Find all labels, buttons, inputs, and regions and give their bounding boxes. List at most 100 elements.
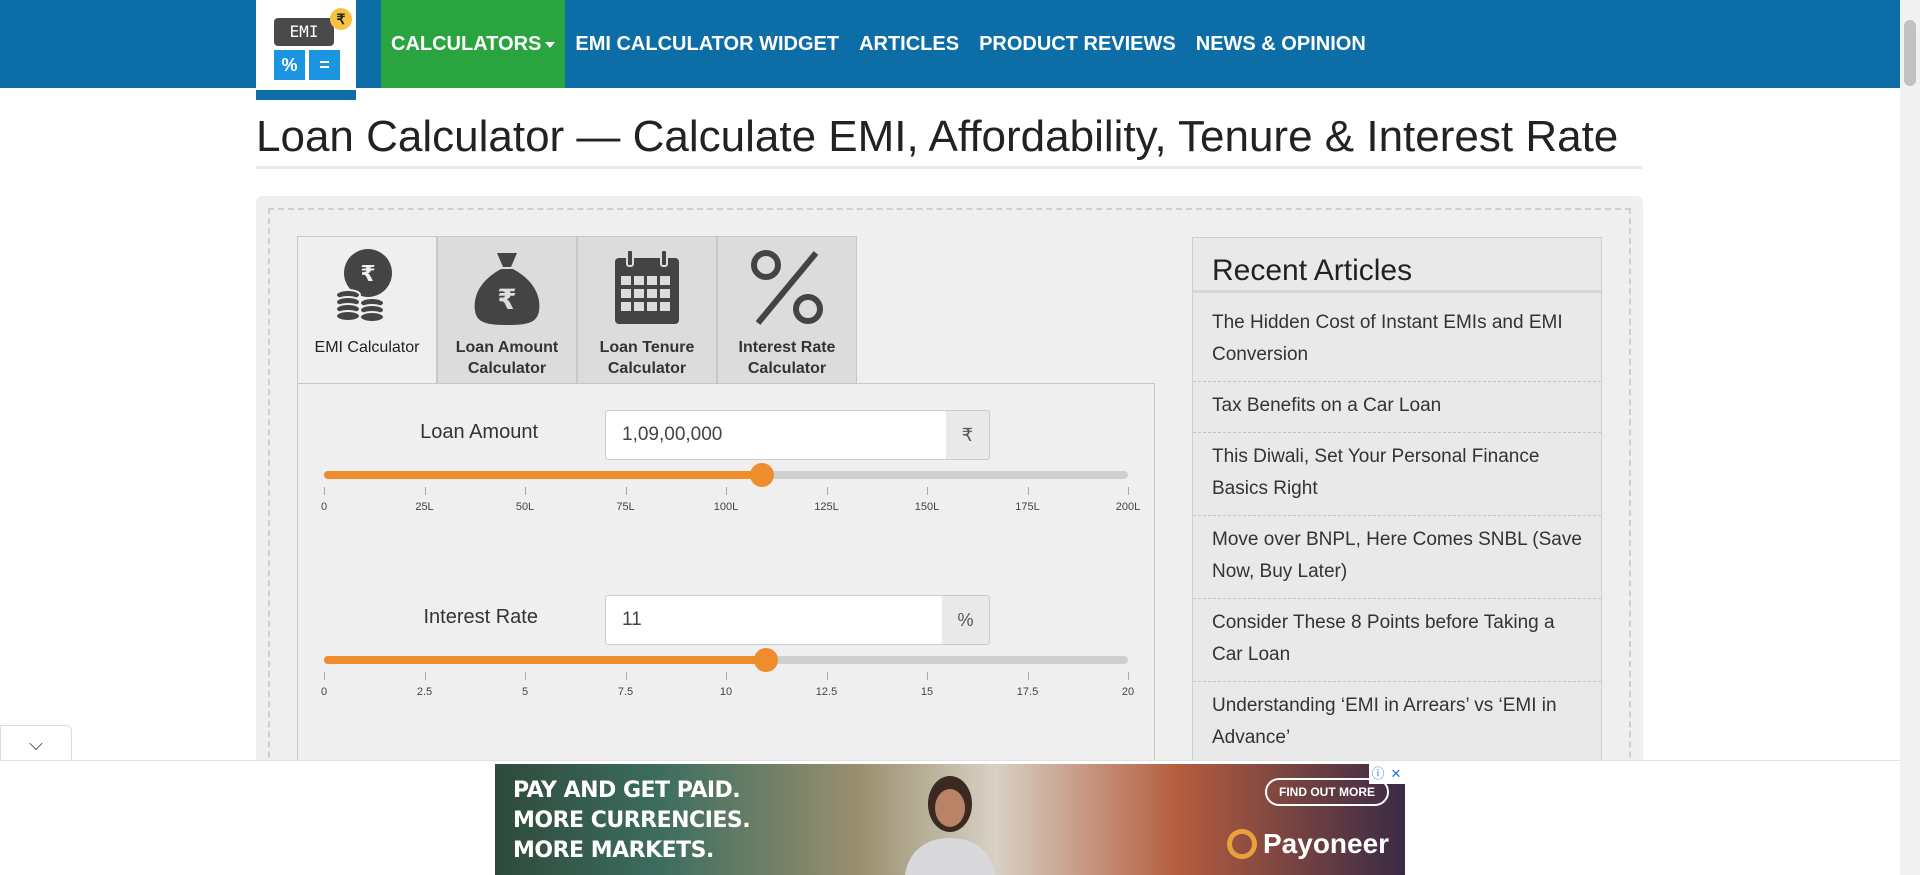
scale-tick — [726, 487, 727, 495]
money-bag-icon: ₹ — [467, 247, 547, 327]
tab-emi-calculator-label: EMI Calculator — [314, 339, 420, 356]
loan-amount-label: Loan Amount — [420, 421, 538, 443]
ad-line-3: MORE MARKETS. — [513, 838, 714, 863]
chevron-down-icon: ⌵ — [29, 734, 43, 754]
nav-calculators[interactable]: CALCULATORS — [381, 0, 566, 88]
collapse-ad-button[interactable]: ⌵ — [0, 725, 72, 761]
page-scrollbar[interactable] — [1900, 0, 1920, 875]
site-logo[interactable]: EMI ₹ % = — [256, 0, 356, 100]
recent-articles-sidebar: Recent Articles The Hidden Cost of Insta… — [1192, 237, 1602, 797]
scale-tick — [1027, 487, 1029, 495]
ad-info-icon[interactable]: ⓘ — [1369, 764, 1387, 784]
scale-tick-label: 15 — [920, 686, 934, 698]
emi-calculator-form: Loan Amount 1,09,00,000 ₹ 0 25L 50L 75L 100L… — [297, 383, 1155, 823]
calculator-tabs: ₹ EMI Calculator ₹ Loan Amount Calculato… — [297, 236, 857, 384]
scale-tick — [826, 487, 828, 495]
scale-tick — [324, 487, 325, 495]
logo-equals-key: = — [309, 50, 340, 80]
scale-tick-label: 5 — [521, 686, 529, 698]
svg-text:₹: ₹ — [360, 262, 375, 287]
scale-tick — [424, 672, 426, 680]
tab-interest-rate-calculator[interactable]: Interest Rate Calculator — [717, 236, 857, 384]
interest-rate-input[interactable]: 11 — [605, 595, 943, 645]
scale-tick — [424, 487, 426, 495]
scale-tick — [1027, 672, 1029, 680]
ad-line-2: MORE CURRENCIES. — [513, 808, 751, 833]
scale-tick-label: 125L — [814, 501, 839, 513]
scale-tick-label: 12.5 — [815, 686, 838, 698]
top-navigation-bar: EMI ₹ % = CALCULATORS EMI CALCULATOR WID… — [0, 0, 1900, 100]
calendar-icon — [607, 247, 687, 327]
svg-text:₹: ₹ — [497, 283, 516, 316]
scale-tick — [525, 672, 526, 680]
payoneer-ring-icon — [1227, 829, 1257, 859]
scale-tick — [1128, 487, 1129, 495]
scale-tick-label: 0 — [320, 686, 328, 698]
ad-controls: ⓘ ✕ — [1369, 764, 1405, 784]
article-link[interactable]: Tax Benefits on a Car Loan — [1193, 382, 1601, 433]
scale-tick-label: 75L — [616, 501, 635, 513]
scale-tick-label: 150L — [914, 501, 940, 513]
scale-tick — [625, 487, 627, 495]
payoneer-ad-banner[interactable]: PAY AND GET PAID. MORE CURRENCIES. MORE … — [495, 764, 1405, 875]
scale-tick-label: 50L — [515, 501, 535, 513]
scale-tick — [927, 672, 928, 680]
scale-tick — [625, 672, 627, 680]
tab-loan-tenure-calculator[interactable]: Loan Tenure Calculator — [577, 236, 717, 384]
nav-articles[interactable]: ARTICLES — [849, 0, 969, 88]
loan-amount-slider[interactable] — [324, 463, 1128, 487]
article-link[interactable]: This Diwali, Set Your Personal Finance B… — [1193, 433, 1601, 516]
scale-tick-label: 7.5 — [617, 686, 634, 698]
interest-rate-scale: 0 2.5 5 7.5 10 12.5 15 17.5 20 — [320, 672, 1134, 702]
scale-tick — [324, 672, 325, 680]
scale-tick-label: 200L — [1115, 501, 1141, 513]
interest-rate-slider-fill — [324, 656, 767, 664]
scale-tick-label: 10 — [719, 686, 733, 698]
scale-tick-label: 2.5 — [416, 686, 433, 698]
scrollbar-thumb[interactable] — [1904, 20, 1916, 86]
article-link[interactable]: Move over BNPL, Here Comes SNBL (Save No… — [1193, 516, 1601, 599]
tab-emi-calculator[interactable]: ₹ EMI Calculator — [297, 236, 437, 384]
scale-tick — [726, 672, 727, 680]
nav-product-reviews[interactable]: PRODUCT REVIEWS — [969, 0, 1186, 88]
loan-amount-slider-handle[interactable] — [750, 463, 775, 487]
tab-loan-amount-calculator-label: Loan Amount Calculator — [455, 339, 559, 377]
article-link[interactable]: The Hidden Cost of Instant EMIs and EMI … — [1193, 299, 1601, 382]
loan-amount-slider-fill — [324, 471, 763, 479]
coins-icon: ₹ — [327, 247, 407, 327]
scale-tick-label: 20 — [1121, 686, 1135, 698]
tab-loan-tenure-calculator-label: Loan Tenure Calculator — [599, 339, 695, 377]
scale-tick-label: 25L — [415, 501, 434, 513]
interest-rate-slider-handle[interactable] — [754, 648, 779, 672]
interest-rate-label: Interest Rate — [423, 606, 538, 628]
scale-tick-label: 175L — [1015, 501, 1040, 513]
scale-tick-label: 100L — [713, 501, 739, 513]
main-nav: CALCULATORS EMI CALCULATOR WIDGET ARTICL… — [381, 0, 1376, 88]
ad-person-image — [905, 776, 995, 875]
loan-amount-input[interactable]: 1,09,00,000 — [605, 410, 947, 460]
ad-copy: PAY AND GET PAID. MORE CURRENCIES. MORE … — [513, 776, 751, 866]
page-title: Loan Calculator — Calculate EMI, Afforda… — [256, 112, 1642, 169]
rupee-unit-addon: ₹ — [946, 410, 990, 460]
nav-calculators-label: CALCULATORS — [391, 33, 542, 55]
payoneer-brand-name: Payoneer — [1263, 828, 1390, 859]
loan-amount-scale: 0 25L 50L 75L 100L 125L 150L 175L 200L — [320, 487, 1140, 517]
logo-screen: EMI — [274, 18, 334, 46]
scale-tick — [1128, 672, 1129, 680]
caret-down-icon — [545, 41, 556, 48]
tab-loan-amount-calculator[interactable]: ₹ Loan Amount Calculator — [437, 236, 577, 384]
scale-tick-label: 0 — [320, 501, 328, 513]
scale-tick — [826, 672, 828, 680]
scale-tick-label: 17.5 — [1016, 686, 1039, 698]
recent-articles-title: Recent Articles — [1193, 238, 1601, 293]
article-link[interactable]: Understanding ‘EMI in Arrears’ vs ‘EMI i… — [1193, 682, 1601, 765]
interest-rate-slider[interactable] — [324, 648, 1128, 672]
nav-emi-calculator-widget[interactable]: EMI CALCULATOR WIDGET — [565, 0, 849, 88]
nav-news-opinion[interactable]: NEWS & OPINION — [1186, 0, 1376, 88]
ad-close-icon[interactable]: ✕ — [1387, 764, 1405, 784]
payoneer-logo: Payoneer — [1227, 828, 1389, 860]
article-link[interactable]: Consider These 8 Points before Taking a … — [1193, 599, 1601, 682]
percent-icon — [747, 247, 827, 327]
scale-tick — [525, 487, 526, 495]
rupee-coin-icon: ₹ — [330, 8, 352, 30]
